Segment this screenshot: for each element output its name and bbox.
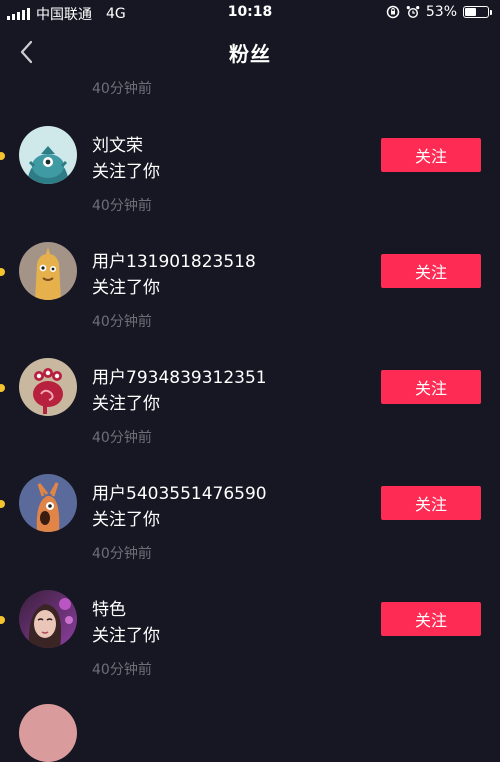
unread-dot bbox=[0, 616, 5, 624]
list-item-time: 40分钟前 bbox=[92, 81, 152, 97]
list-item-time: 40分钟前 bbox=[92, 546, 152, 562]
yellow-creature-avatar bbox=[19, 242, 77, 300]
user-name[interactable]: 用户7934839312351 bbox=[92, 363, 267, 388]
list-item[interactable]: 用户7934839312351 关注了你 40分钟前 关注 bbox=[0, 350, 500, 466]
orange-bird-avatar bbox=[19, 474, 77, 532]
unread-dot bbox=[0, 384, 5, 392]
unread-dot bbox=[0, 268, 5, 276]
battery-percent: 53% bbox=[425, 4, 457, 20]
list-item-time: 40分钟前 bbox=[92, 662, 152, 678]
photo-avatar bbox=[19, 590, 77, 648]
avatar[interactable] bbox=[19, 474, 77, 532]
alarm-icon bbox=[406, 6, 420, 18]
follow-button[interactable]: 关注 bbox=[381, 138, 481, 172]
follow-button[interactable]: 关注 bbox=[381, 602, 481, 636]
battery-tip bbox=[490, 9, 492, 15]
action-text: 关注了你 bbox=[92, 278, 160, 298]
status-bar: 中国联通 4G 10:18 53% bbox=[0, 0, 500, 26]
list-item[interactable]: 用户5403551476590 关注了你 40分钟前 关注 bbox=[0, 466, 500, 582]
user-name[interactable]: 用户131901823518 bbox=[92, 247, 256, 272]
avatar-partial[interactable] bbox=[19, 704, 77, 762]
action-text: 关注了你 bbox=[92, 510, 160, 530]
follow-button[interactable]: 关注 bbox=[381, 254, 481, 288]
avatar[interactable] bbox=[19, 126, 77, 184]
list-item-time: 40分钟前 bbox=[92, 430, 152, 446]
user-name[interactable]: 用户5403551476590 bbox=[92, 479, 267, 504]
status-right: 53% bbox=[386, 4, 492, 20]
avatar[interactable] bbox=[19, 358, 77, 416]
red-monster-avatar bbox=[19, 358, 77, 416]
avatar[interactable] bbox=[19, 590, 77, 648]
user-name[interactable]: 刘文荣 bbox=[92, 131, 143, 156]
teal-monster-avatar bbox=[19, 126, 77, 184]
unread-dot bbox=[0, 152, 5, 160]
list-item[interactable]: 刘文荣 关注了你 40分钟前 关注 bbox=[0, 118, 500, 234]
page-title: 粉丝 bbox=[229, 42, 271, 66]
avatar[interactable] bbox=[19, 242, 77, 300]
action-text: 关注了你 bbox=[92, 626, 160, 646]
follow-button[interactable]: 关注 bbox=[381, 370, 481, 404]
rotation-lock-icon bbox=[386, 5, 400, 19]
user-name[interactable]: 特色 bbox=[92, 595, 126, 620]
list-item-time: 40分钟前 bbox=[92, 314, 152, 330]
unread-dot bbox=[0, 500, 5, 508]
follow-button[interactable]: 关注 bbox=[381, 486, 481, 520]
action-text: 关注了你 bbox=[92, 394, 160, 414]
nav-bar: 粉丝 bbox=[0, 26, 500, 76]
list-item-time: 40分钟前 bbox=[92, 198, 152, 214]
list-item[interactable]: 用户131901823518 关注了你 40分钟前 关注 bbox=[0, 234, 500, 350]
action-text: 关注了你 bbox=[92, 162, 160, 182]
battery-icon bbox=[463, 6, 489, 18]
list-item[interactable]: 特色 关注了你 40分钟前 关注 bbox=[0, 582, 500, 698]
